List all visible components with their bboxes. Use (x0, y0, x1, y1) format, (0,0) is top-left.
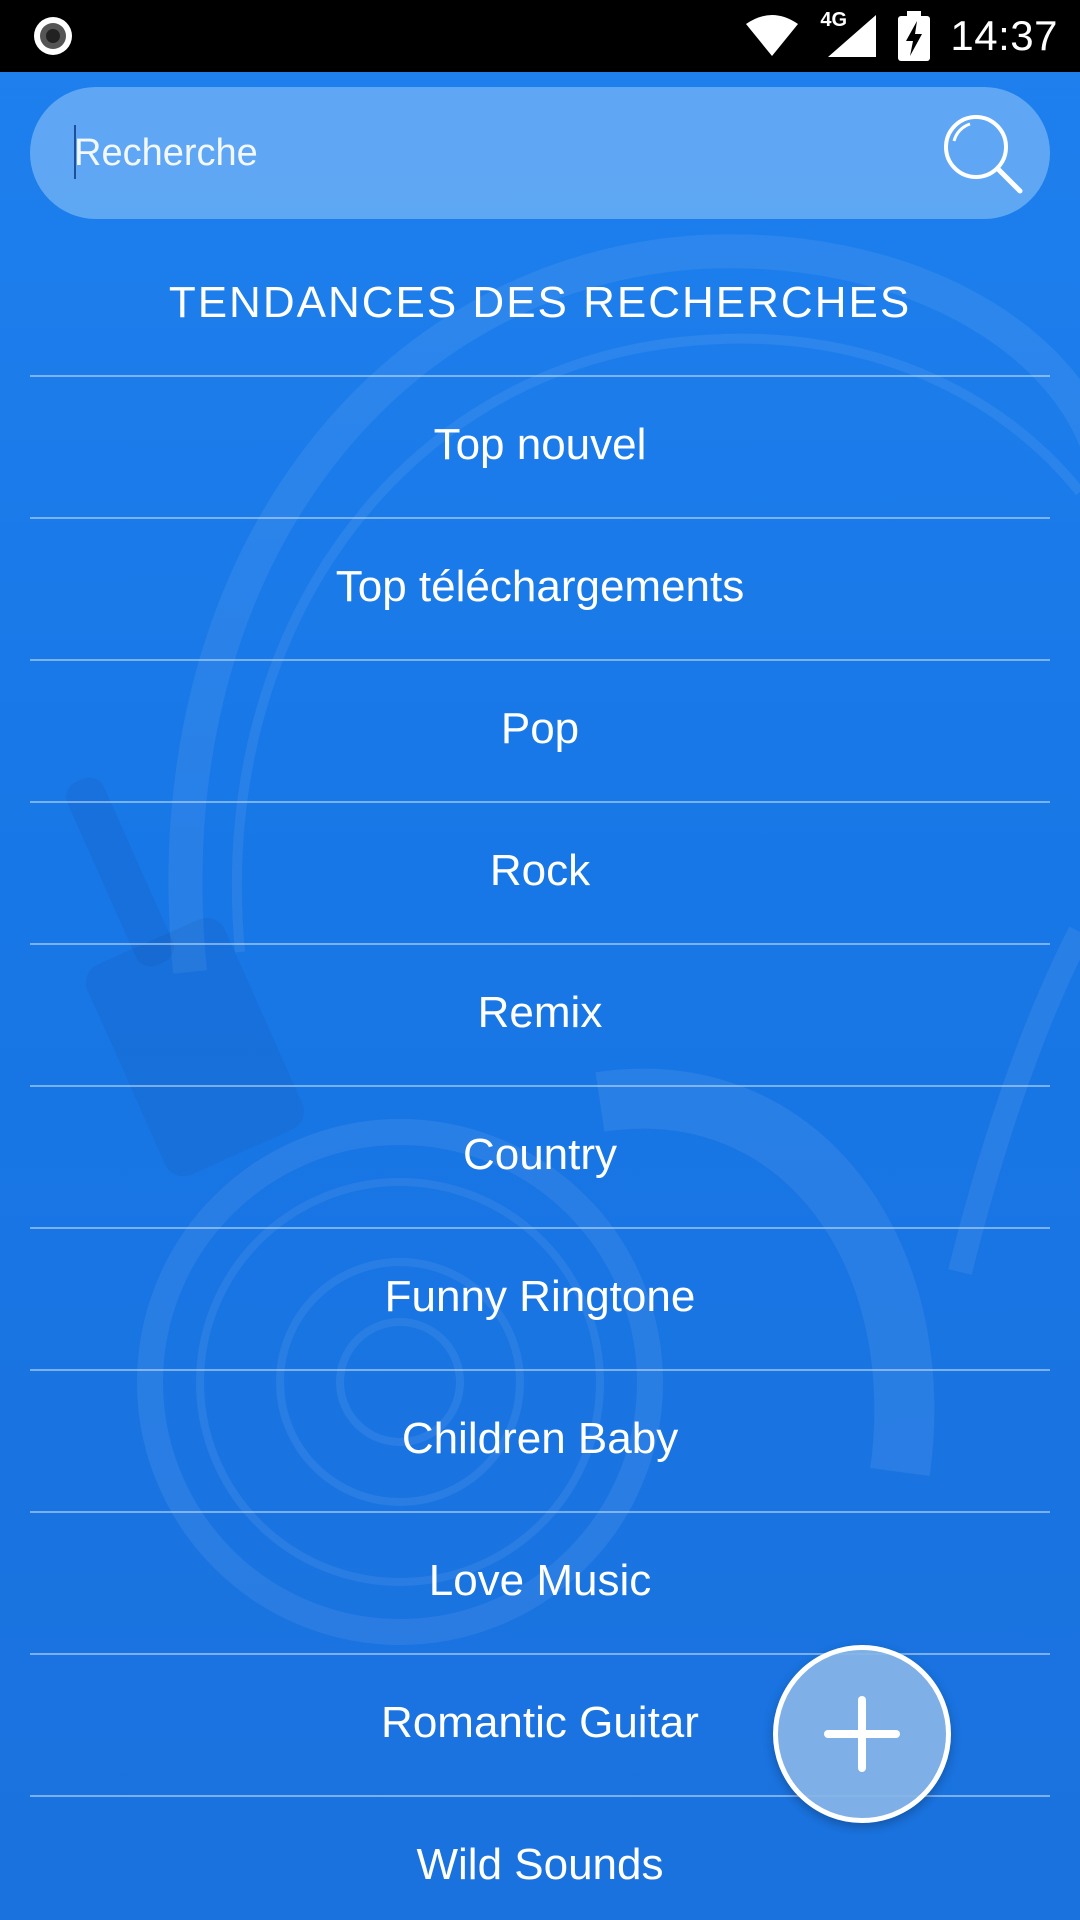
search-bar[interactable] (30, 87, 1050, 219)
cellular-signal: 4G (820, 9, 878, 59)
list-item-label: Love Music (428, 1556, 652, 1605)
clock: 14:37 (950, 12, 1058, 59)
status-bar: 4G 14:37 (0, 0, 1080, 72)
list-item-top-nouvel[interactable]: Top nouvel (30, 377, 1050, 519)
trending-searches-heading: TENDANCES DES RECHERCHES (168, 278, 912, 327)
list-item-label: Top téléchargements (335, 562, 745, 611)
search-input[interactable] (74, 87, 914, 219)
list-item-pop[interactable]: Pop (30, 661, 1050, 803)
list-item-children-baby[interactable]: Children Baby (30, 1371, 1050, 1513)
wifi-icon (746, 15, 799, 56)
list-item-label: Country (462, 1130, 618, 1179)
text-cursor (74, 125, 76, 179)
list-item-label: Romantic Guitar (381, 1698, 699, 1747)
list-item-funny-ringtone[interactable]: Funny Ringtone (30, 1229, 1050, 1371)
list-item-country[interactable]: Country (30, 1087, 1050, 1229)
list-item-label: Funny Ringtone (384, 1272, 696, 1321)
list-item-label: Remix (477, 988, 603, 1037)
list-item-top-telechargements[interactable]: Top téléchargements (30, 519, 1050, 661)
search-icon[interactable] (940, 111, 1024, 195)
list-item-love-music[interactable]: Love Music (30, 1513, 1050, 1655)
list-item-label: Pop (500, 704, 580, 753)
plus-icon (824, 1696, 900, 1772)
list-item-label: Top nouvel (433, 420, 647, 469)
signal-icon (828, 15, 877, 57)
screen: 4G 14:37 TENDANCES DES RECHERCHES To (0, 0, 1080, 1920)
record-icon (34, 17, 72, 55)
list-item-label: Children Baby (401, 1414, 679, 1463)
add-button[interactable] (773, 1645, 951, 1823)
list-item-label: Rock (489, 846, 591, 895)
list-item-rock[interactable]: Rock (30, 803, 1050, 945)
list-item-remix[interactable]: Remix (30, 945, 1050, 1087)
list-item-label: Wild Sounds (416, 1840, 664, 1889)
battery-charging-icon (898, 11, 931, 61)
